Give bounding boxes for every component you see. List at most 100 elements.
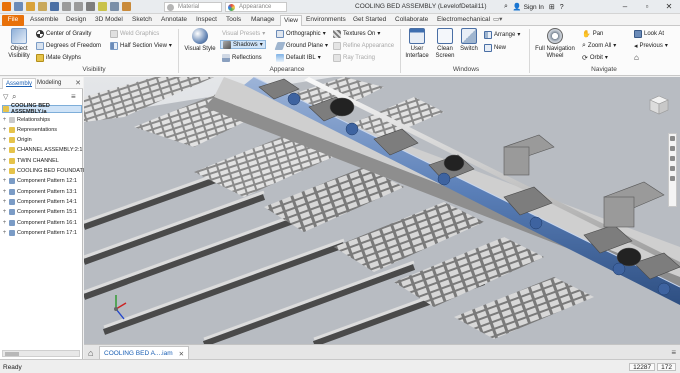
pan-icon[interactable] bbox=[670, 146, 675, 151]
open-icon[interactable] bbox=[38, 2, 47, 11]
expand-icon[interactable]: + bbox=[2, 158, 7, 164]
tab-assemble[interactable]: Assemble bbox=[27, 15, 62, 26]
close-icon[interactable]: ✕ bbox=[75, 79, 81, 87]
sign-in-button[interactable]: 👤 Sign In bbox=[513, 3, 544, 12]
expand-icon[interactable]: + bbox=[2, 199, 7, 205]
switch-button[interactable]: Switch bbox=[458, 28, 480, 53]
pan-button[interactable]: ✋ Pan bbox=[582, 29, 603, 38]
browser-tree-item[interactable]: + Component Pattern 16:1 bbox=[2, 218, 77, 227]
browser-tree-item[interactable]: + Origin bbox=[2, 136, 32, 145]
object-visibility-button[interactable]: Object Visibility bbox=[4, 28, 34, 60]
ray-tracing-button[interactable]: Ray Tracing bbox=[333, 53, 375, 62]
ribbon-options-icon[interactable]: ▭▾ bbox=[490, 15, 505, 26]
material-dropdown[interactable]: Material bbox=[164, 2, 222, 12]
browser-tree-item[interactable]: + Component Pattern 14:1 bbox=[2, 197, 77, 206]
zoom-all-button[interactable]: ⌕ Zoom All ▾ bbox=[582, 41, 616, 50]
expand-icon[interactable]: + bbox=[2, 137, 7, 143]
expand-icon[interactable]: + bbox=[2, 147, 7, 153]
viewcube-icon[interactable] bbox=[648, 94, 670, 116]
tab-environments[interactable]: Environments bbox=[303, 15, 349, 26]
expand-icon[interactable]: + bbox=[2, 189, 7, 195]
browser-tree-item[interactable]: + Component Pattern 12:1 bbox=[2, 177, 77, 186]
look-at-icon[interactable] bbox=[670, 176, 675, 181]
visual-style-button[interactable]: Visual Style bbox=[183, 28, 217, 53]
refine-appearance-button[interactable]: Refine Appearance bbox=[333, 41, 394, 50]
center-of-gravity-button[interactable]: Center of Gravity bbox=[36, 29, 91, 38]
save-icon[interactable] bbox=[50, 2, 59, 11]
steering-wheel-icon[interactable] bbox=[670, 136, 675, 141]
orbit-icon[interactable] bbox=[670, 166, 675, 171]
weld-graphics-button[interactable]: Weld Graphics bbox=[110, 29, 159, 38]
menu-icon[interactable]: ≡ bbox=[71, 92, 76, 101]
orthographic-button[interactable]: Orthographic ▾ bbox=[276, 29, 326, 38]
tab-assembly[interactable]: Assembly bbox=[2, 78, 37, 89]
clean-screen-button[interactable]: Clean Screen bbox=[432, 28, 458, 60]
minimize-icon[interactable]: – bbox=[614, 0, 636, 14]
close-icon[interactable]: ✕ bbox=[179, 350, 184, 359]
expand-icon[interactable]: + bbox=[2, 220, 7, 226]
ground-plane-button[interactable]: Ground Plane ▾ bbox=[274, 41, 328, 50]
tab-sketch[interactable]: Sketch bbox=[129, 15, 155, 26]
full-navigation-wheel-button[interactable]: Full Navigation Wheel bbox=[533, 28, 577, 60]
textures-on-button[interactable]: Textures On ▾ bbox=[333, 29, 380, 38]
tab-3d-model[interactable]: 3D Model bbox=[92, 15, 126, 26]
search-icon[interactable]: ⌕ bbox=[504, 3, 508, 11]
expand-icon[interactable]: + bbox=[2, 230, 7, 236]
search-icon[interactable]: ⌕ bbox=[12, 92, 16, 102]
app-icon[interactable] bbox=[2, 2, 11, 11]
tab-annotate[interactable]: Annotate bbox=[158, 15, 190, 26]
tab-tools[interactable]: Tools bbox=[223, 15, 244, 26]
tab-collaborate[interactable]: Collaborate bbox=[392, 15, 431, 26]
menu-icon[interactable]: ≡ bbox=[671, 348, 676, 357]
browser-tree-item[interactable]: + TWIN CHANNEL bbox=[2, 156, 59, 165]
expand-icon[interactable]: + bbox=[2, 117, 7, 123]
user-interface-button[interactable]: User Interface bbox=[403, 28, 431, 60]
appearance-dropdown[interactable]: Appearance bbox=[225, 2, 287, 12]
new-window-button[interactable]: New bbox=[484, 43, 506, 52]
home-icon[interactable] bbox=[14, 2, 23, 11]
document-tab[interactable]: COOLING BED A....iam ✕ bbox=[99, 346, 190, 359]
browser-tree-item[interactable]: + Relationships bbox=[2, 115, 50, 124]
tab-manage[interactable]: Manage bbox=[248, 15, 278, 26]
browser-tree-item[interactable]: + COOLING BED FOUNDATI bbox=[2, 167, 84, 176]
redo-icon[interactable] bbox=[74, 2, 83, 11]
browser-horizontal-scrollbar[interactable] bbox=[2, 350, 80, 357]
expand-icon[interactable]: + bbox=[2, 209, 7, 215]
tab-design[interactable]: Design bbox=[63, 15, 89, 26]
scrollbar-thumb[interactable] bbox=[5, 352, 19, 356]
expand-icon[interactable]: + bbox=[2, 178, 7, 184]
expand-icon[interactable]: + bbox=[2, 168, 7, 174]
browser-tree-item[interactable]: + Component Pattern 13:1 bbox=[2, 187, 77, 196]
orbit-button[interactable]: ⟳ Orbit ▾ bbox=[582, 53, 608, 62]
browser-tree-item[interactable]: + Representations bbox=[2, 125, 57, 134]
maximize-icon[interactable]: ▫ bbox=[636, 0, 658, 14]
home-view-button[interactable]: ⌂ bbox=[634, 53, 639, 62]
tab-modeling[interactable]: Modeling bbox=[34, 78, 64, 89]
previous-button[interactable]: ◂ Previous ▾ bbox=[634, 41, 668, 50]
look-at-button[interactable]: Look At bbox=[634, 29, 664, 38]
home-icon[interactable]: ⌂ bbox=[88, 348, 97, 358]
color-icon[interactable] bbox=[122, 2, 131, 11]
graphics-viewport[interactable] bbox=[84, 77, 680, 344]
tab-electromechanical[interactable]: Electromechanical bbox=[434, 15, 493, 26]
default-ibl-button[interactable]: Default IBL ▾ bbox=[276, 53, 321, 62]
zoom-icon[interactable] bbox=[670, 156, 675, 161]
select-icon[interactable] bbox=[86, 2, 95, 11]
arrange-button[interactable]: Arrange ▾ bbox=[484, 30, 520, 39]
close-icon[interactable]: ✕ bbox=[658, 0, 680, 14]
browser-root-node[interactable]: COOLING BED ASSEMBLY.ia bbox=[2, 103, 82, 115]
browser-tree-item[interactable]: + Component Pattern 15:1 bbox=[2, 208, 77, 217]
undo-icon[interactable] bbox=[62, 2, 71, 11]
browser-tree-item[interactable]: + CHANNEL ASSEMBLY:2:1 bbox=[2, 146, 82, 155]
update-icon[interactable] bbox=[98, 2, 107, 11]
degrees-of-freedom-button[interactable]: Degrees of Freedom bbox=[36, 41, 101, 50]
reflections-button[interactable]: Reflections bbox=[222, 53, 262, 62]
half-section-view-button[interactable]: Half Section View ▾ bbox=[110, 41, 172, 50]
shadows-button[interactable]: Shadows ▾ bbox=[220, 40, 266, 49]
cart-icon[interactable]: ⊞ bbox=[549, 3, 555, 11]
new-file-icon[interactable] bbox=[26, 2, 35, 11]
tab-get-started[interactable]: Get Started bbox=[350, 15, 389, 26]
filter-icon[interactable]: ▽ bbox=[3, 93, 8, 101]
tab-file[interactable]: File bbox=[2, 15, 24, 26]
measure-icon[interactable] bbox=[110, 2, 119, 11]
